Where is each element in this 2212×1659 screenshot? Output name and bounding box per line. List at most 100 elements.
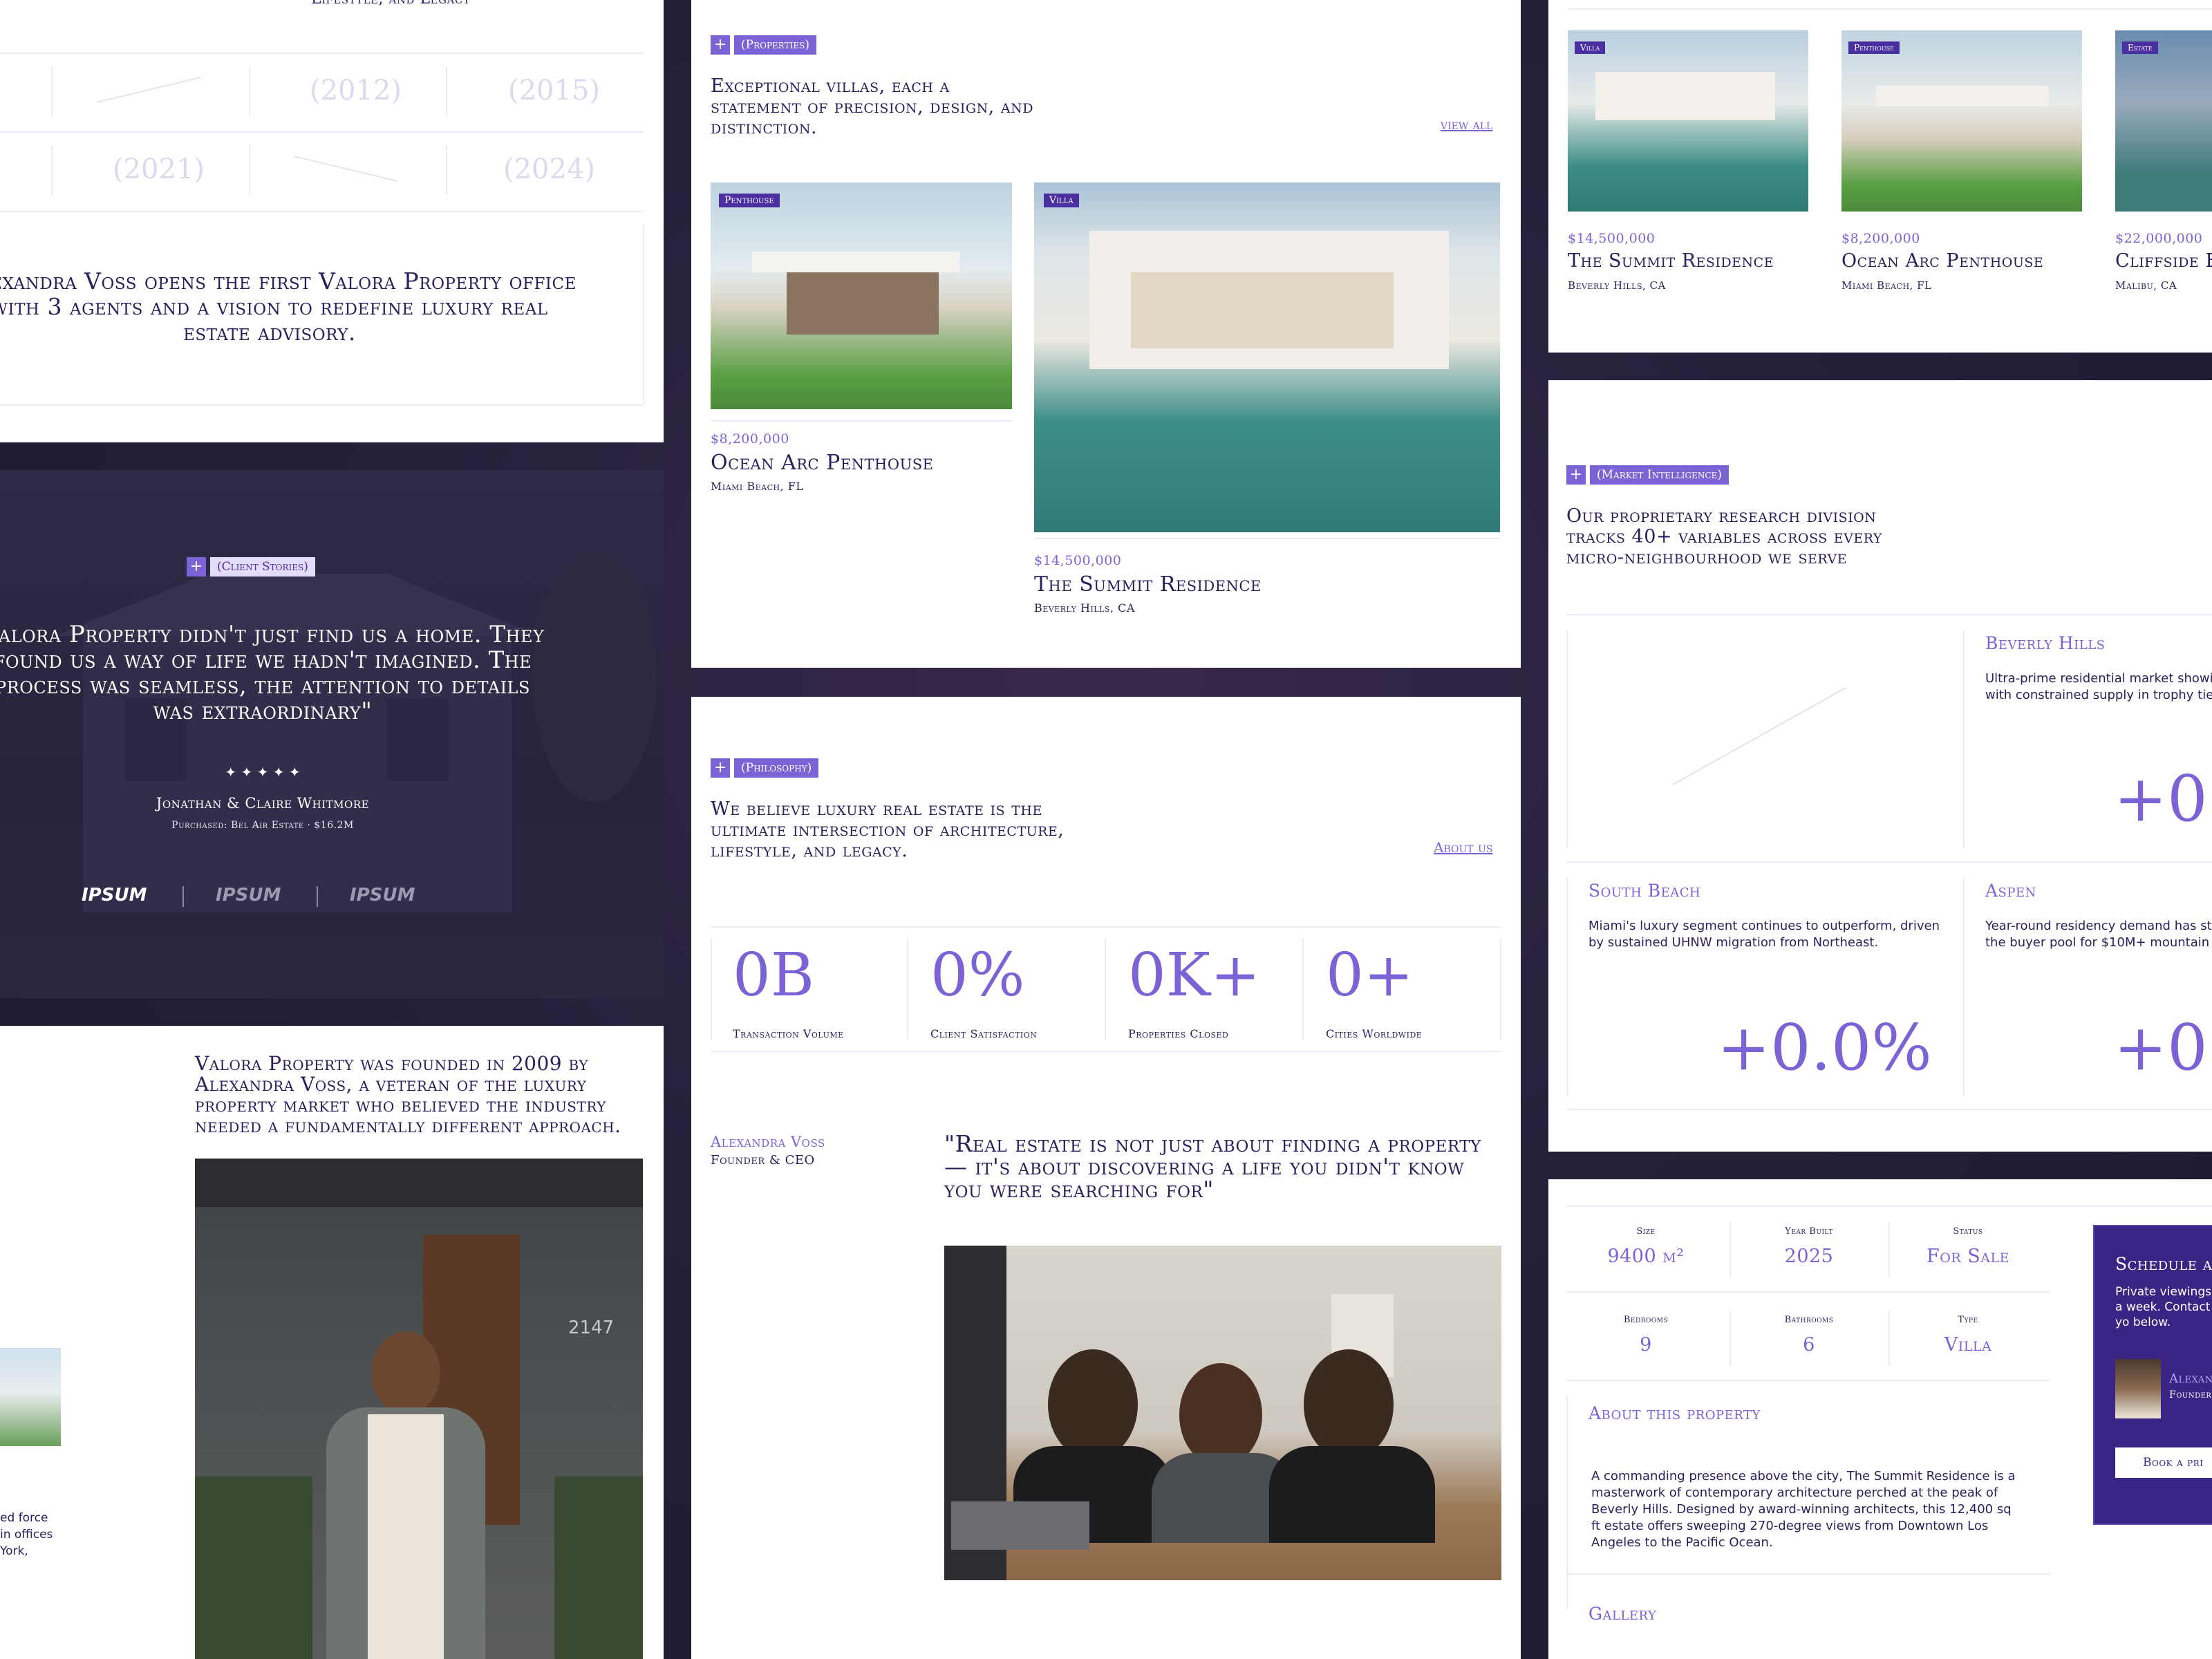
spec-value: 9400 m² — [1607, 1246, 1685, 1267]
spec-value: 9 — [1640, 1334, 1652, 1356]
property-price: $14,500,000 — [1034, 553, 1122, 568]
property-image[interactable] — [2115, 30, 2212, 212]
client-stories-panel: + (Client Stories) Valora Property didn'… — [0, 470, 664, 998]
founder-quote: "Real estate is not just about finding a… — [944, 1130, 1481, 1203]
philosophy-heading: We believe luxury real estate is the ult… — [711, 798, 1065, 861]
spec-label: Year Built — [1785, 1226, 1833, 1237]
about-property-title: About this property — [1588, 1403, 1761, 1423]
property-name[interactable]: The Summit Residence — [1034, 572, 1262, 597]
year-label: (2012) — [310, 75, 402, 106]
team-photo — [944, 1246, 1501, 1580]
agent-name: Alexan — [2169, 1371, 2212, 1386]
property-image[interactable] — [1841, 30, 2082, 212]
market-name: Beverly Hills — [1985, 633, 2106, 653]
property-image[interactable] — [1034, 182, 1500, 532]
property-price: $8,200,000 — [711, 431, 789, 447]
view-all-link[interactable]: view all — [1441, 116, 1492, 133]
market-value: +0 — [2114, 1011, 2208, 1085]
property-location: Miami Beach, FL — [1841, 279, 1932, 292]
property-image[interactable] — [711, 182, 1012, 409]
portrait-photo: 2147 — [195, 1159, 643, 1659]
property-name[interactable]: Cliffside E — [2115, 250, 2212, 272]
stat-value: 0B — [733, 941, 814, 1010]
philosophy-panel: + (Philosophy) We believe luxury real es… — [691, 697, 1521, 1659]
spec-value: Villa — [1944, 1334, 1992, 1356]
stat-label: Properties Closed — [1128, 1027, 1229, 1040]
market-tag: + (Market Intelligence) — [1566, 465, 1729, 485]
property-location: Beverly Hills, CA — [1034, 601, 1135, 615]
about-panel: Valora Property was founded in 2009 by A… — [0, 1026, 664, 1659]
gallery-title: Gallery — [1588, 1604, 1657, 1624]
market-value: +0.0% — [1717, 1011, 1932, 1085]
market-intelligence-panel: + (Market Intelligence) Our proprietary … — [1548, 380, 2212, 1152]
purchase-info: Purchased: Bel Air Estate · $16.2M — [171, 820, 354, 831]
stat-label: Cities Worldwide — [1326, 1027, 1423, 1040]
property-badge: Villa — [1575, 41, 1606, 54]
property-name[interactable]: Ocean Arc Penthouse — [711, 451, 934, 475]
spec-value: For Sale — [1927, 1246, 2009, 1267]
year-label: (2015) — [508, 75, 601, 106]
schedule-title: Schedule a — [2115, 1254, 2212, 1274]
stat-label: Transaction Volume — [733, 1027, 844, 1040]
spec-label: Size — [1636, 1226, 1656, 1237]
rating-stars: ✦ ✦ ✦ ✦ ✦ — [225, 764, 301, 780]
property-badge: Estate — [2122, 41, 2158, 54]
partner-logo: IPSUM — [216, 885, 281, 906]
property-location: Malibu, CA — [2115, 279, 2177, 292]
market-name: South Beach — [1588, 881, 1701, 901]
property-price: $8,200,000 — [1841, 231, 1920, 246]
market-name: Aspen — [1985, 881, 2036, 901]
market-description: Year-round residency demand has str the … — [1985, 919, 2212, 950]
property-price: $14,500,000 — [1568, 231, 1656, 246]
client-stories-tag: + (Client Stories) — [187, 556, 315, 577]
about-property-text: A commanding presence above the city, Th… — [1591, 1469, 2016, 1550]
year-label: (2021) — [113, 153, 205, 185]
about-us-link[interactable]: About us — [1434, 839, 1492, 856]
client-name: Jonathan & Claire Whitmore — [156, 795, 370, 812]
property-badge: Penthouse — [719, 194, 780, 207]
market-description: Miami's luxury segment continues to outp… — [1588, 919, 1940, 950]
timeline-decor-line — [97, 77, 201, 103]
spec-label: Bathrooms — [1784, 1315, 1834, 1325]
plus-icon: + — [1566, 465, 1586, 485]
properties-heading: Exceptional villas, each a statement of … — [711, 75, 1033, 138]
testimonial-quote: Valora Property didn't just find us a ho… — [0, 621, 545, 725]
market-description: Ultra-prime residential market showin wi… — [1985, 671, 2212, 702]
agent-title: Founder — [2169, 1389, 2212, 1400]
partner-logo: IPSUM — [82, 885, 147, 906]
property-name[interactable]: Ocean Arc Penthouse — [1841, 250, 2043, 272]
plus-icon: + — [711, 758, 730, 778]
timeline-decor-line — [294, 156, 398, 182]
spec-label: Type — [1958, 1315, 1978, 1325]
stat-label: Client Satisfaction — [930, 1027, 1038, 1040]
properties-tag: + (Properties) — [711, 35, 816, 55]
property-details-panel: Size 9400 m² Year Built 2025 Status For … — [1548, 1179, 2212, 1659]
property-badge: Penthouse — [1848, 41, 1900, 54]
founder-name: Alexandra Voss — [711, 1134, 825, 1150]
trend-line — [1673, 687, 1846, 785]
property-name[interactable]: The Summit Residence — [1568, 250, 1774, 272]
agent-avatar — [2115, 1359, 2161, 1418]
property-location: Miami Beach, FL — [711, 480, 804, 493]
tag-label: (Philosophy) — [734, 758, 819, 778]
founder-title: Founder & CEO — [711, 1153, 815, 1168]
market-heading: Our proprietary research division tracks… — [1566, 505, 1882, 568]
stat-value: 0+ — [1326, 941, 1414, 1010]
about-paragraph: Valora Property was founded in 2009 by A… — [195, 1052, 621, 1137]
timeline-top-text: Lifestyle, and Legacy — [311, 0, 470, 8]
stat-value: 0K+ — [1128, 941, 1261, 1010]
timeline-panel: Lifestyle, and Legacy (2012) (2015) (202… — [0, 0, 664, 442]
schedule-card: Schedule a Private viewings a week. Cont… — [2093, 1225, 2212, 1525]
spec-label: Bedrooms — [1623, 1315, 1669, 1325]
property-image[interactable] — [1568, 30, 1808, 212]
book-viewing-button[interactable]: Book a pri — [2115, 1447, 2212, 1478]
tag-label: (Properties) — [734, 35, 816, 55]
plus-icon: + — [711, 35, 730, 55]
property-badge: Villa — [1044, 194, 1079, 207]
partner-logo: IPSUM — [350, 885, 415, 906]
side-text: ed force in offices York, — [0, 1511, 53, 1558]
property-location: Beverly Hills, CA — [1568, 279, 1666, 292]
house-silhouette — [55, 553, 657, 912]
house-number: 2147 — [568, 1318, 615, 1338]
property-carousel-panel: Villa $14,500,000 The Summit Residence B… — [1548, 0, 2212, 353]
